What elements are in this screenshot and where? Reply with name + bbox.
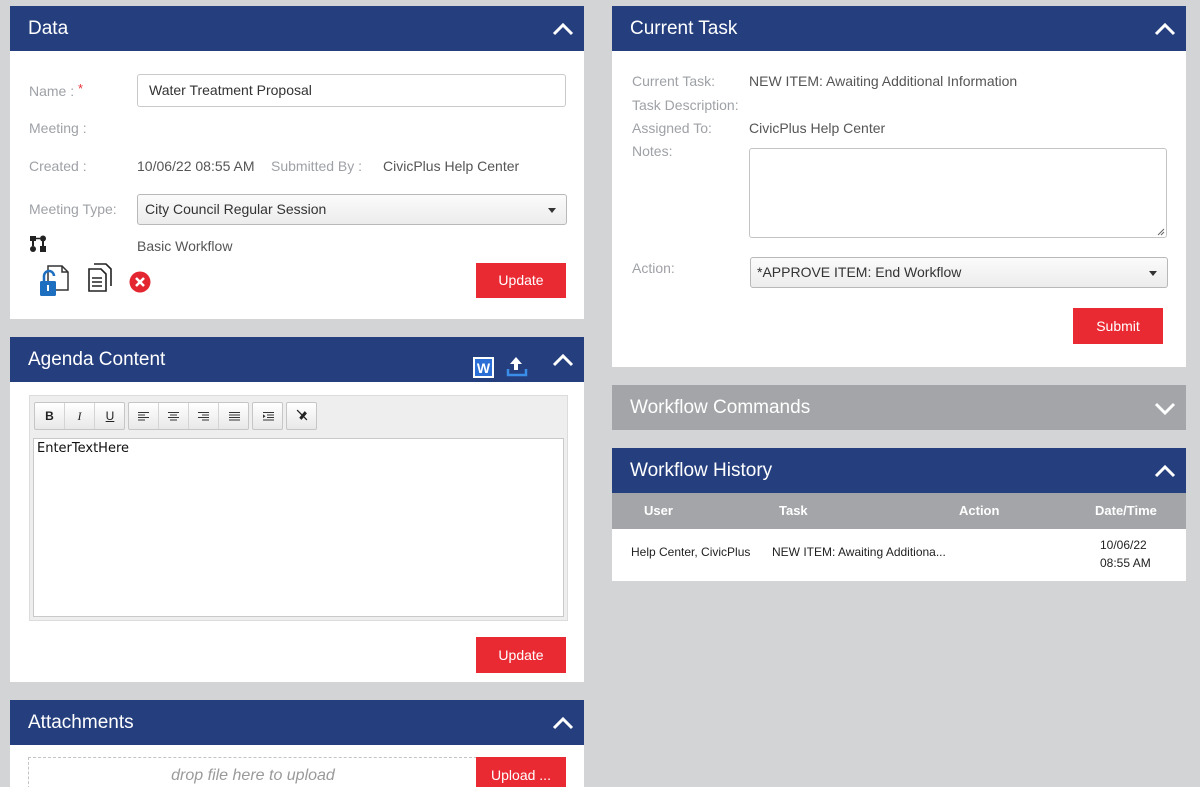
assigned-to-label: Assigned To: xyxy=(632,120,712,136)
history-user-cell: Help Center, CivicPlus xyxy=(631,545,751,559)
indent-group xyxy=(252,402,283,430)
current-task-panel: Current Task Current Task: NEW ITEM: Awa… xyxy=(612,6,1186,367)
workflow-icon xyxy=(28,234,48,254)
column-header-datetime[interactable]: Date/Time xyxy=(1095,503,1157,518)
data-panel-title: Data xyxy=(28,18,69,39)
agenda-content-panel: Agenda Content W B I U EnterTextHere Upd… xyxy=(10,337,584,682)
upload-icon[interactable] xyxy=(506,349,528,377)
action-label: Action: xyxy=(632,260,675,276)
bold-button[interactable]: B xyxy=(35,403,65,429)
chevron-down-icon[interactable] xyxy=(1154,400,1176,418)
chevron-up-icon[interactable] xyxy=(552,351,574,369)
submit-button[interactable]: Submit xyxy=(1073,308,1163,344)
submitted-by-label: Submitted By : xyxy=(271,158,363,174)
chevron-up-icon[interactable] xyxy=(1154,20,1176,38)
chevron-up-icon[interactable] xyxy=(552,20,574,38)
align-center-icon[interactable] xyxy=(159,403,189,429)
format-group: B I U xyxy=(34,402,125,430)
rich-text-editor: B I U EnterTextHere xyxy=(29,395,568,621)
workflow-history-title: Workflow History xyxy=(630,460,773,481)
clear-format-group xyxy=(286,402,317,430)
svg-text:W: W xyxy=(477,360,491,376)
column-header-user[interactable]: User xyxy=(644,503,673,518)
workflow-commands-panel: Workflow Commands xyxy=(612,385,1186,430)
align-left-icon[interactable] xyxy=(129,403,159,429)
history-task-cell: NEW ITEM: Awaiting Additiona... xyxy=(772,545,946,559)
table-row[interactable]: Help Center, CivicPlus NEW ITEM: Awaitin… xyxy=(612,529,1186,581)
attachments-header[interactable]: Attachments xyxy=(10,700,584,745)
attachments-title: Attachments xyxy=(28,712,134,733)
notes-label: Notes: xyxy=(632,143,673,159)
word-icon[interactable]: W xyxy=(473,350,495,378)
agenda-content-header[interactable]: Agenda Content W xyxy=(10,337,584,382)
dropdown-caret-icon xyxy=(548,207,556,213)
clear-formatting-icon[interactable] xyxy=(287,403,317,429)
dropdown-caret-icon xyxy=(1149,270,1157,276)
delete-icon[interactable] xyxy=(129,271,151,293)
notes-textarea[interactable] xyxy=(749,148,1167,238)
current-task-title: Current Task xyxy=(630,18,738,39)
resize-handle-icon[interactable] xyxy=(1157,228,1165,236)
workflow-history-panel: Workflow History User Task Action Date/T… xyxy=(612,448,1186,581)
attachments-panel: Attachments drop file here to upload Upl… xyxy=(10,700,584,787)
data-update-button[interactable]: Update xyxy=(476,263,566,298)
required-marker: * xyxy=(78,81,84,96)
meeting-label: Meeting : xyxy=(29,120,87,136)
workflow-history-header[interactable]: Workflow History xyxy=(612,448,1186,493)
copy-document-icon[interactable] xyxy=(87,263,113,293)
created-value: 10/06/22 08:55 AM xyxy=(137,158,255,174)
meeting-type-select[interactable]: City Council Regular Session xyxy=(137,194,567,225)
task-description-label: Task Description: xyxy=(632,97,739,113)
action-select[interactable]: *APPROVE ITEM: End Workflow xyxy=(750,257,1168,288)
align-right-icon[interactable] xyxy=(189,403,219,429)
column-header-action[interactable]: Action xyxy=(959,503,999,518)
history-table-header: User Task Action Date/Time xyxy=(612,493,1186,529)
workflow-value: Basic Workflow xyxy=(137,238,233,254)
created-label: Created : xyxy=(29,158,87,174)
indent-icon[interactable] xyxy=(253,403,283,429)
justify-icon[interactable] xyxy=(219,403,249,429)
workflow-commands-header[interactable]: Workflow Commands xyxy=(612,385,1186,430)
file-drop-zone[interactable]: drop file here to upload xyxy=(28,757,477,787)
meeting-type-value: City Council Regular Session xyxy=(145,201,327,217)
current-task-header[interactable]: Current Task xyxy=(612,6,1186,51)
editor-content-area[interactable]: EnterTextHere xyxy=(33,438,564,617)
current-task-label: Current Task: xyxy=(632,73,715,89)
data-panel: Data Name : * Water Treatment Proposal M… xyxy=(10,6,584,319)
assigned-to-value: CivicPlus Help Center xyxy=(749,120,886,136)
align-group xyxy=(128,402,249,430)
name-input[interactable]: Water Treatment Proposal xyxy=(137,74,566,107)
current-task-value: NEW ITEM: Awaiting Additional Informatio… xyxy=(749,73,1018,89)
action-value: *APPROVE ITEM: End Workflow xyxy=(757,264,962,280)
editor-text: EnterTextHere xyxy=(37,441,130,456)
agenda-update-button[interactable]: Update xyxy=(476,637,566,673)
upload-button[interactable]: Upload ... xyxy=(476,757,566,787)
name-label: Name : * xyxy=(29,81,84,99)
history-date-cell: 10/06/22 xyxy=(1100,538,1147,552)
underline-button[interactable]: U xyxy=(95,403,125,429)
italic-button[interactable]: I xyxy=(65,403,95,429)
meeting-type-label: Meeting Type: xyxy=(29,201,117,217)
agenda-content-title: Agenda Content xyxy=(28,349,166,370)
unlock-icon[interactable] xyxy=(38,264,70,298)
history-time-cell: 08:55 AM xyxy=(1100,556,1151,570)
column-header-task[interactable]: Task xyxy=(779,503,808,518)
chevron-up-icon[interactable] xyxy=(1154,462,1176,480)
workflow-commands-title: Workflow Commands xyxy=(630,397,811,418)
data-panel-header[interactable]: Data xyxy=(10,6,584,51)
chevron-up-icon[interactable] xyxy=(552,714,574,732)
submitted-by-value: CivicPlus Help Center xyxy=(383,158,520,174)
